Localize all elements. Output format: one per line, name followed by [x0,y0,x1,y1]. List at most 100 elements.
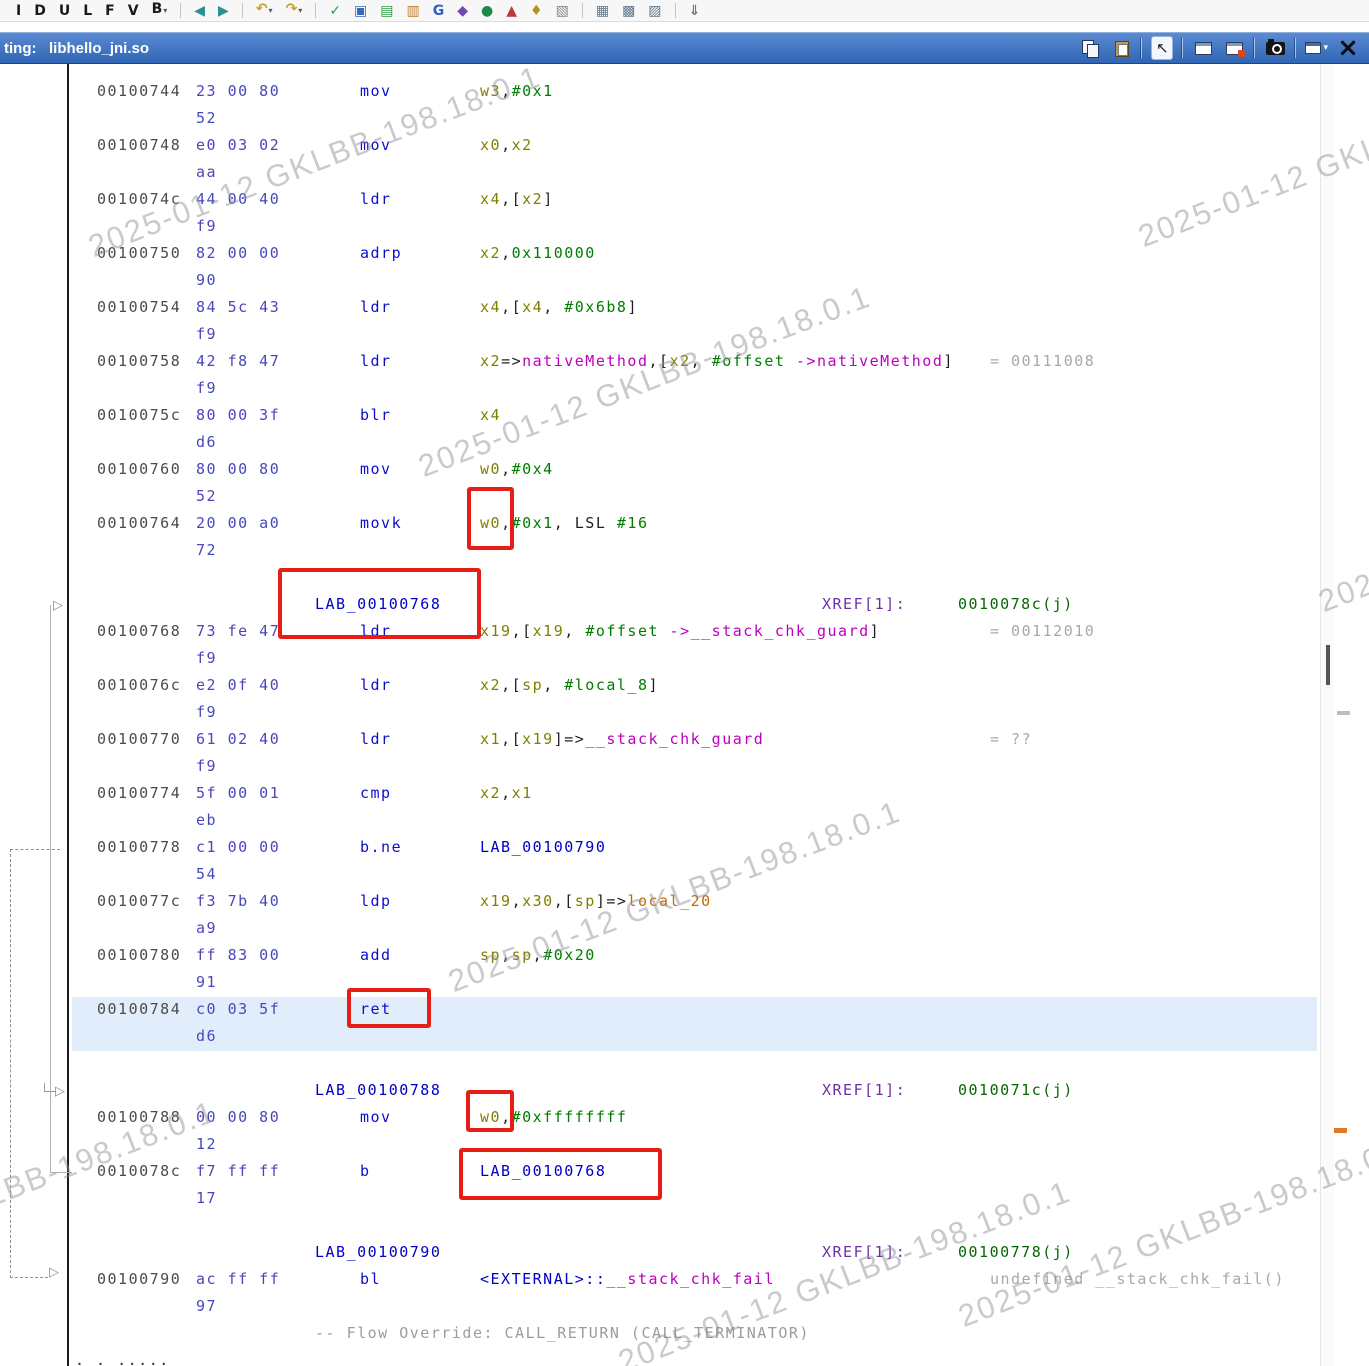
bytes-wrapped[interactable]: f9 [196,217,217,235]
operand-token[interactable]: x2 [480,244,501,262]
operand-token[interactable]: x2 [480,676,501,694]
operands[interactable]: x2,[sp, #local_8] [480,676,659,694]
bytes[interactable]: 42 f8 47 [196,352,280,370]
tool-b-icon[interactable]: B▾ [152,1,168,19]
bytes[interactable]: 82 00 00 [196,244,280,262]
mnemonic[interactable]: mov [360,82,392,100]
table-view-3-icon[interactable]: ▨ [648,3,661,19]
bytes[interactable]: ff 83 00 [196,946,280,964]
operands[interactable]: <EXTERNAL>::__stack_chk_fail [480,1270,775,1288]
operands[interactable]: LAB_00100768 [480,1162,606,1180]
address[interactable]: 00100784 [97,1000,181,1018]
operands[interactable]: w0,#0x4 [480,460,554,478]
operand-token[interactable]: #0x1 [512,514,554,532]
listing-row-00100784[interactable]: 00100784 c0 03 5f ret d6 [0,997,1369,1051]
bytes-wrapped[interactable]: f9 [196,757,217,775]
snapshot-window-icon[interactable] [1192,36,1214,60]
operand-token[interactable]: w0 [480,1108,501,1126]
undo-icon[interactable]: ↶▾ [256,1,273,19]
operand-token[interactable]: ->__stack_chk_guard [659,622,870,640]
address[interactable]: 00100788 [97,1108,181,1126]
register-manager-icon[interactable]: ♦ [530,3,543,19]
operands[interactable]: w3,#0x1 [480,82,554,100]
tool-l-icon[interactable]: L [83,3,92,19]
listing-row-0010076c[interactable]: 0010076c e2 0f 40 ldr x2,[sp, #local_8] f9 [0,673,1369,727]
bytes-wrapped[interactable]: 91 [196,973,217,991]
close-icon[interactable]: × [1337,35,1359,61]
operand-token[interactable]: x4 [480,190,501,208]
address[interactable]: 00100774 [97,784,181,802]
operand-token[interactable]: #16 [617,514,649,532]
table-view-1-icon[interactable]: ▦ [596,3,609,19]
listing-row-00100790[interactable]: 00100790 ac ff ff bl <EXTERNAL>::__stack_ch… [0,1267,1369,1321]
bytes-wrapped[interactable]: eb [196,811,217,829]
operand-token[interactable]: , [543,298,564,316]
operand-token[interactable]: #offset [712,352,786,370]
operand-token[interactable]: x2 [480,352,501,370]
operand-token[interactable]: #0x6b8 [564,298,627,316]
tool-d-icon[interactable]: D [34,3,46,19]
listing-row-00100760[interactable]: 00100760 80 00 80 mov w0,#0x4 52 [0,457,1369,511]
operand-token[interactable]: , [501,136,512,154]
bytes[interactable]: ac ff ff [196,1270,280,1288]
operands[interactable]: x19,x30,[sp]=>local_20 [480,892,712,910]
scrollbar-thumb[interactable] [1326,645,1330,685]
address[interactable]: 00100778 [97,838,181,856]
address[interactable]: 00100768 [97,622,181,640]
operand-token[interactable]: sp [522,676,543,694]
mnemonic[interactable]: ldr [360,622,392,640]
bytes[interactable]: 80 00 80 [196,460,280,478]
bytes-wrapped[interactable]: 17 [196,1189,217,1207]
operand-token[interactable]: x2 [670,352,691,370]
listing-row-0010078c[interactable]: 0010078c f7 ff ff b LAB_00100768 17 [0,1159,1369,1213]
mnemonic[interactable]: blr [360,406,392,424]
operand-token[interactable]: , [691,352,712,370]
navigate-forward-icon[interactable]: ▶ [218,3,229,19]
camera-snapshot-icon[interactable] [1264,36,1286,60]
script-manager-icon[interactable]: ▤ [380,3,393,19]
bytes-wrapped[interactable]: f9 [196,325,217,343]
address[interactable]: 00100764 [97,514,181,532]
bytes[interactable]: 80 00 3f [196,406,280,424]
mnemonic[interactable]: ldr [360,298,392,316]
listing-row-label-LAB_00100788[interactable]: LAB_00100788 XREF[1]: 0010071c(j) [0,1078,1369,1105]
code-label[interactable]: LAB_00100768 [315,595,441,613]
console-icon[interactable]: ▧ [556,3,569,19]
bytes-wrapped[interactable]: 72 [196,541,217,559]
mnemonic[interactable]: b.ne [360,838,402,856]
bytes[interactable]: e0 03 02 [196,136,280,154]
operand-token[interactable]: , [501,244,512,262]
byte-viewer-icon[interactable]: ▥ [407,3,420,19]
bytes[interactable]: c0 03 5f [196,1000,280,1018]
bytes[interactable]: e2 0f 40 [196,676,280,694]
mnemonic[interactable]: ldr [360,190,392,208]
operand-token[interactable]: LAB_00100790 [480,838,606,856]
listing-row-0010075c[interactable]: 0010075c 80 00 3f blr x4 d6 [0,403,1369,457]
table-view-2-icon[interactable]: ▩ [622,3,635,19]
eol-comment[interactable]: = 00112010 [990,622,1095,640]
operand-token[interactable]: w0 [480,514,501,532]
bytes[interactable]: 20 00 a0 [196,514,280,532]
operand-token[interactable]: ->nativeMethod [785,352,943,370]
operand-token[interactable]: #0x1 [512,82,554,100]
operand-token[interactable]: x4 [522,298,543,316]
operand-token[interactable]: <EXTERNAL>:: [480,1270,606,1288]
code-label[interactable]: LAB_00100790 [315,1243,441,1261]
xref-address[interactable]: 0010078c(j) [958,595,1074,613]
mnemonic[interactable]: cmp [360,784,392,802]
operand-token[interactable]: ,[ [512,622,533,640]
listing-row-00100778[interactable]: 00100778 c1 00 00 b.ne LAB_00100790 54 [0,835,1369,889]
ellipsis-text[interactable]: . . ..... [75,1351,170,1366]
jump-to-icon[interactable]: ⇓ [689,3,701,19]
bytes-wrapped[interactable]: aa [196,163,217,181]
operand-token[interactable]: #local_8 [564,676,648,694]
operand-token[interactable]: , [501,784,512,802]
xref-header[interactable]: XREF[1]: [822,1243,906,1261]
bytes[interactable]: 23 00 80 [196,82,280,100]
tool-f-icon[interactable]: F [105,3,115,19]
data-types-icon[interactable]: ● [481,3,493,19]
operand-token[interactable]: #0xffffffff [512,1108,628,1126]
operand-token[interactable]: x19 [480,892,512,910]
address[interactable]: 00100750 [97,244,181,262]
symbol-tree-icon[interactable]: ◆ [457,3,468,19]
